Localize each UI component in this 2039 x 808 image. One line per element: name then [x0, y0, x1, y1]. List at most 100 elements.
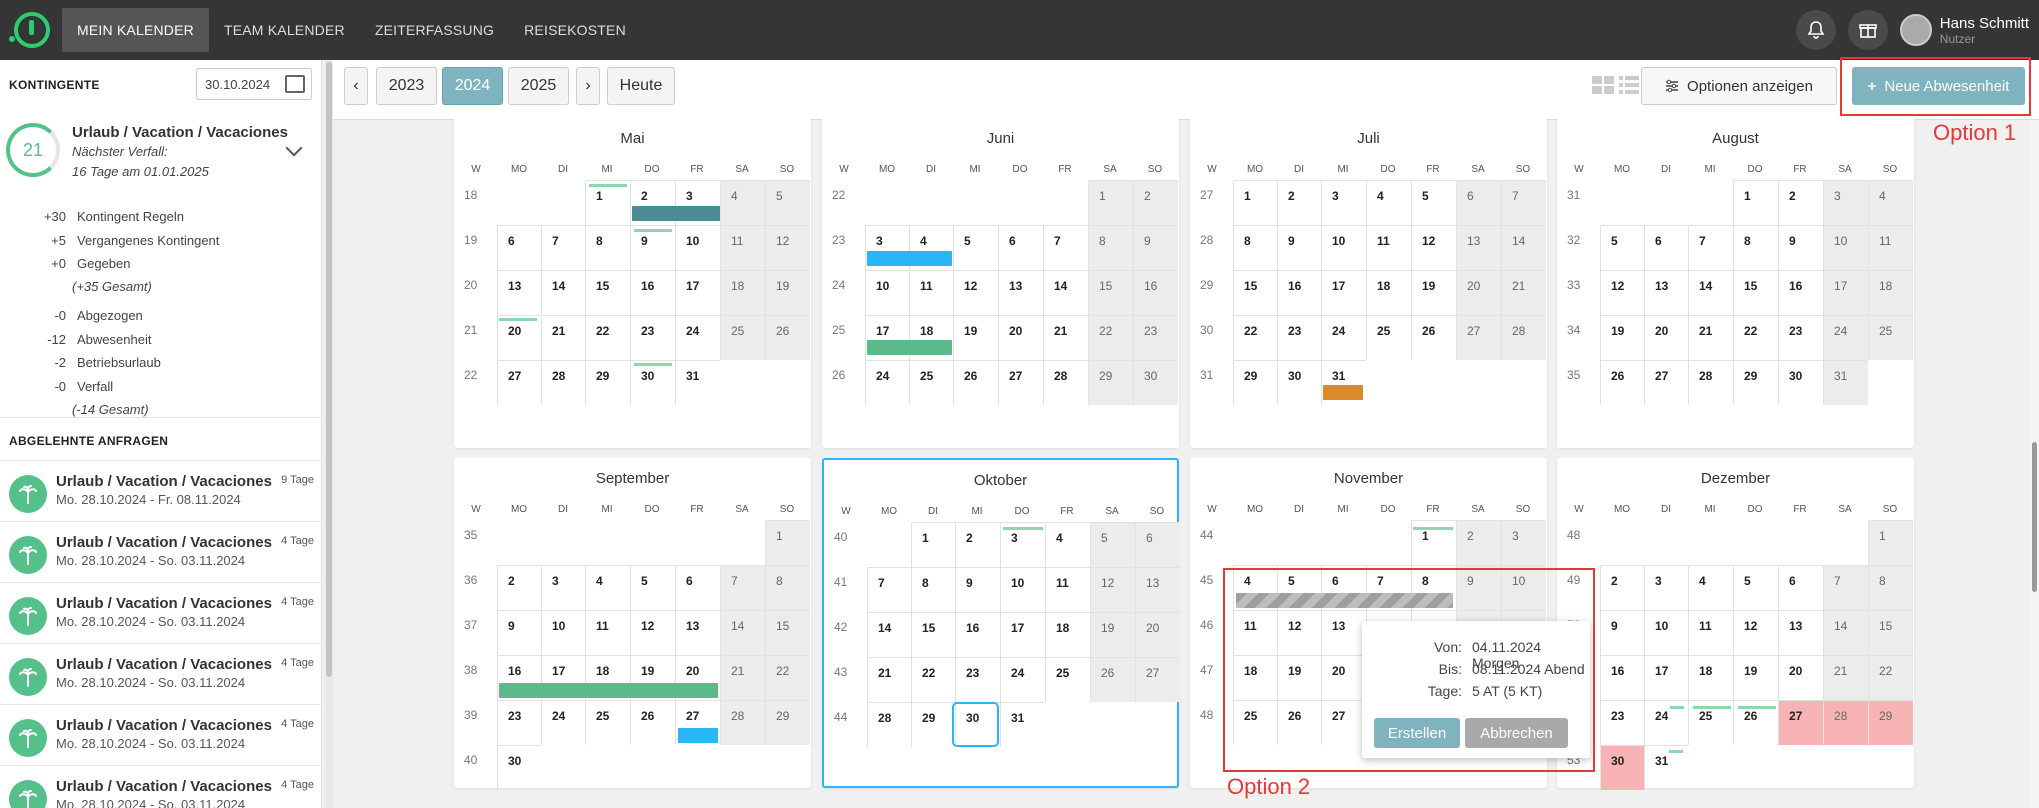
day-cell[interactable]: 17	[1321, 270, 1366, 315]
notifications-button[interactable]	[1795, 10, 1836, 50]
day-cell[interactable]: 12	[1733, 610, 1778, 655]
day-cell[interactable]: 11	[1688, 610, 1733, 655]
day-cell[interactable]: 30	[630, 360, 675, 405]
day-cell[interactable]: 9	[1778, 225, 1823, 270]
day-cell[interactable]: 29	[1088, 360, 1133, 405]
day-cell[interactable]: 15	[1868, 610, 1913, 655]
day-cell[interactable]: 19	[953, 315, 998, 360]
day-cell[interactable]: 29	[911, 702, 955, 747]
day-cell[interactable]: 16	[1600, 655, 1644, 700]
day-cell[interactable]: 10	[675, 225, 720, 270]
day-cell[interactable]: 22	[1733, 315, 1778, 360]
day-cell[interactable]: 21	[867, 657, 911, 702]
next-year-button[interactable]: ›	[576, 67, 600, 105]
day-cell[interactable]: 7	[1688, 225, 1733, 270]
day-cell[interactable]: 27	[1644, 360, 1688, 405]
day-cell[interactable]: 30	[1277, 360, 1321, 405]
day-cell[interactable]: 15	[911, 612, 955, 657]
day-cell[interactable]: 31	[1000, 702, 1045, 747]
day-cell[interactable]: 3	[541, 565, 585, 610]
day-cell[interactable]: 10	[865, 270, 909, 315]
day-cell[interactable]: 11	[1045, 567, 1090, 612]
day-cell[interactable]: 24	[1321, 315, 1366, 360]
day-cell[interactable]: 28	[541, 360, 585, 405]
day-cell[interactable]: 17	[1823, 270, 1868, 315]
day-cell[interactable]: 19	[765, 270, 810, 315]
day-cell[interactable]: 4	[720, 180, 765, 225]
day-cell[interactable]: 19	[1411, 270, 1456, 315]
day-cell[interactable]: 8	[911, 567, 955, 612]
day-cell[interactable]: 5	[1090, 522, 1135, 567]
day-cell[interactable]: 8	[765, 565, 810, 610]
day-cell[interactable]: 6	[1135, 522, 1180, 567]
day-cell[interactable]: 18	[1868, 270, 1913, 315]
day-cell[interactable]: 16	[1277, 270, 1321, 315]
day-cell[interactable]: 3	[1501, 520, 1546, 565]
year-2025-button[interactable]: 2025	[508, 67, 569, 105]
day-cell[interactable]: 1	[1868, 520, 1913, 565]
day-cell[interactable]: 21	[1043, 315, 1088, 360]
day-cell[interactable]: 5	[1600, 225, 1644, 270]
nav-zeiterfassung[interactable]: ZEITERFASSUNG	[360, 8, 509, 52]
day-cell[interactable]: 1	[1733, 180, 1778, 225]
day-cell[interactable]: 23	[1600, 700, 1644, 745]
user-menu[interactable]: Hans Schmitt Nutzer	[1940, 15, 2029, 46]
day-cell[interactable]: 28	[1688, 360, 1733, 405]
day-cell[interactable]: 25	[1366, 315, 1411, 360]
day-cell[interactable]: 3	[1823, 180, 1868, 225]
day-cell[interactable]: 24	[675, 315, 720, 360]
day-cell[interactable]: 2	[955, 522, 1000, 567]
day-cell[interactable]: 12	[765, 225, 810, 270]
day-cell[interactable]: 22	[911, 657, 955, 702]
day-cell[interactable]: 6	[998, 225, 1043, 270]
day-cell[interactable]: 2	[1778, 180, 1823, 225]
nav-team-kalender[interactable]: TEAM KALENDER	[209, 8, 360, 52]
rejected-request-item[interactable]: Urlaub / Vacation / Vacaciones Mo. 28.10.…	[0, 582, 322, 643]
day-cell[interactable]: 14	[1043, 270, 1088, 315]
day-cell[interactable]: 27	[998, 360, 1043, 405]
day-cell[interactable]: 22	[765, 655, 810, 700]
day-cell[interactable]: 3	[1321, 180, 1366, 225]
day-cell[interactable]: 30	[1600, 745, 1644, 790]
day-cell[interactable]: 13	[1456, 225, 1501, 270]
day-cell[interactable]: 5	[630, 565, 675, 610]
rejected-request-item[interactable]: Urlaub / Vacation / Vacaciones Mo. 28.10.…	[0, 765, 322, 808]
day-cell[interactable]: 24	[541, 700, 585, 745]
day-cell[interactable]: 22	[1233, 315, 1277, 360]
day-cell[interactable]: 22	[1088, 315, 1133, 360]
day-cell[interactable]: 25	[1045, 657, 1090, 702]
day-cell[interactable]: 27	[1778, 700, 1823, 745]
today-button[interactable]: Heute	[607, 67, 675, 105]
day-cell[interactable]: 9	[1133, 225, 1178, 270]
day-cell[interactable]: 27	[497, 360, 541, 405]
day-cell[interactable]: 5	[1411, 180, 1456, 225]
day-cell[interactable]: 25	[720, 315, 765, 360]
nav-reisekosten[interactable]: REISEKOSTEN	[509, 8, 641, 52]
day-cell[interactable]: 23	[1778, 315, 1823, 360]
day-cell[interactable]: 21	[1501, 270, 1546, 315]
day-cell[interactable]: 1	[1233, 180, 1277, 225]
day-cell[interactable]: 26	[953, 360, 998, 405]
day-cell[interactable]: 28	[720, 700, 765, 745]
gift-button[interactable]	[1847, 10, 1888, 50]
day-cell[interactable]: 7	[1823, 565, 1868, 610]
day-cell[interactable]: 26	[630, 700, 675, 745]
day-cell[interactable]: 10	[1644, 610, 1688, 655]
grid-view-icon[interactable]	[1592, 75, 1644, 95]
day-cell[interactable]: 14	[1688, 270, 1733, 315]
main-scrollbar[interactable]	[2030, 120, 2039, 808]
day-cell[interactable]: 31	[675, 360, 720, 405]
rejected-request-item[interactable]: Urlaub / Vacation / Vacaciones Mo. 28.10.…	[0, 460, 322, 521]
day-cell[interactable]: 8	[1868, 565, 1913, 610]
day-cell[interactable]: 21	[541, 315, 585, 360]
day-cell[interactable]: 11	[1868, 225, 1913, 270]
day-cell[interactable]: 5	[765, 180, 810, 225]
day-cell[interactable]: 2	[1456, 520, 1501, 565]
day-cell[interactable]: 4	[1868, 180, 1913, 225]
day-cell[interactable]: 10	[1321, 225, 1366, 270]
day-cell[interactable]: 23	[1277, 315, 1321, 360]
rejected-request-item[interactable]: Urlaub / Vacation / Vacaciones Mo. 28.10.…	[0, 643, 322, 704]
day-cell[interactable]: 17	[1000, 612, 1045, 657]
day-cell[interactable]: 25	[585, 700, 630, 745]
day-cell[interactable]: 4	[1688, 565, 1733, 610]
